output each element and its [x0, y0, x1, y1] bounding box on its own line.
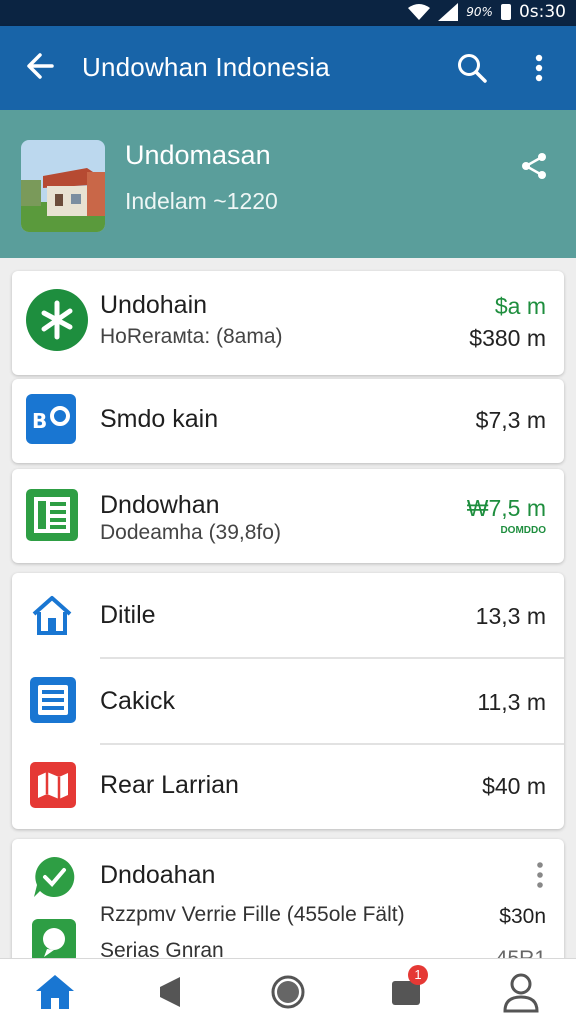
item-subtitle: Dodeamha (39,8fo)	[100, 521, 281, 544]
item-value: 11,3 m	[477, 689, 546, 715]
share-icon[interactable]	[518, 150, 550, 182]
item-subtitle: HoRerамta: (8ama)	[100, 325, 283, 348]
svg-text:B: B	[32, 409, 47, 433]
clock: 0s:30	[518, 2, 566, 22]
bottom-nav: 1	[0, 958, 576, 1025]
item-card[interactable]: Undohain HoRerамta: (8ama) $a m $380 m	[12, 271, 564, 375]
back-arrow-icon[interactable]	[22, 46, 58, 86]
check-bubble-icon	[34, 856, 75, 897]
item-detail-value: $30n	[499, 905, 546, 928]
place-subtitle: Indelam ~1220	[125, 188, 278, 214]
nav-home-icon[interactable]	[32, 971, 78, 1013]
house-icon	[32, 596, 72, 635]
notification-badge: 1	[408, 965, 428, 985]
item-title: Smdo kain	[100, 405, 219, 433]
list-item[interactable]: Rear Larrian $40 m	[12, 745, 564, 829]
list-card: Ditile 13,3 m Cakick 11,3 m Rear Larrian…	[12, 573, 564, 829]
item-value: 13,3 m	[475, 603, 546, 629]
spreadsheet-icon	[26, 489, 78, 541]
item-value: $40 m	[482, 773, 546, 799]
nav-record-icon[interactable]	[265, 971, 311, 1013]
house-photo[interactable]	[21, 140, 105, 232]
item-value-caption: DOMDDO	[500, 525, 546, 536]
item-title: Undohain	[100, 291, 208, 319]
bo-logo-icon: B	[26, 394, 76, 444]
leaf-icon	[26, 289, 88, 351]
document-icon	[30, 677, 76, 723]
list-item[interactable]: Ditile 13,3 m	[12, 573, 564, 657]
chat-bubble-icon	[32, 919, 76, 963]
list-item[interactable]: Cakick 11,3 m	[12, 659, 564, 743]
item-title: Dndowhan	[100, 491, 220, 519]
header-banner: Undomаsаn Indelam ~1220	[0, 110, 576, 258]
battery-percent: 90%	[466, 5, 493, 19]
item-value-primary: $a m	[494, 293, 546, 319]
item-title: Dndoahan	[100, 861, 216, 889]
map-icon	[30, 762, 76, 808]
item-card[interactable]: B Smdo kain $7,3 m	[12, 379, 564, 463]
item-value: ₩7,5 m	[466, 495, 546, 521]
status-bar: 90% 0s:30	[0, 0, 576, 26]
nav-megaphone-icon[interactable]	[148, 971, 194, 1013]
page-title: Undowhan Indonesia	[82, 52, 330, 82]
nav-inbox[interactable]: 1	[386, 965, 432, 1013]
battery-icon	[500, 4, 511, 20]
search-icon[interactable]	[454, 50, 490, 86]
place-name: Undomаsаn	[125, 140, 271, 170]
item-title: Rear Larrian	[100, 771, 239, 799]
more-vert-icon[interactable]	[524, 48, 554, 88]
item-card[interactable]: Dndowhan Dodeamha (39,8fo) ₩7,5 m DOMDDO	[12, 469, 564, 563]
item-detail: Rzzpmv Verrie Fille (455ole Fält)	[100, 903, 405, 926]
app-bar: Undowhan Indonesia	[0, 26, 576, 110]
item-value-secondary: $380 m	[469, 325, 546, 351]
nav-profile-icon[interactable]	[498, 971, 544, 1013]
signal-icon	[438, 3, 459, 21]
wifi-icon	[408, 4, 431, 20]
more-vert-icon[interactable]	[530, 859, 550, 891]
item-title: Ditile	[100, 601, 156, 629]
item-title: Cakick	[100, 687, 176, 715]
item-value: $7,3 m	[475, 407, 546, 433]
